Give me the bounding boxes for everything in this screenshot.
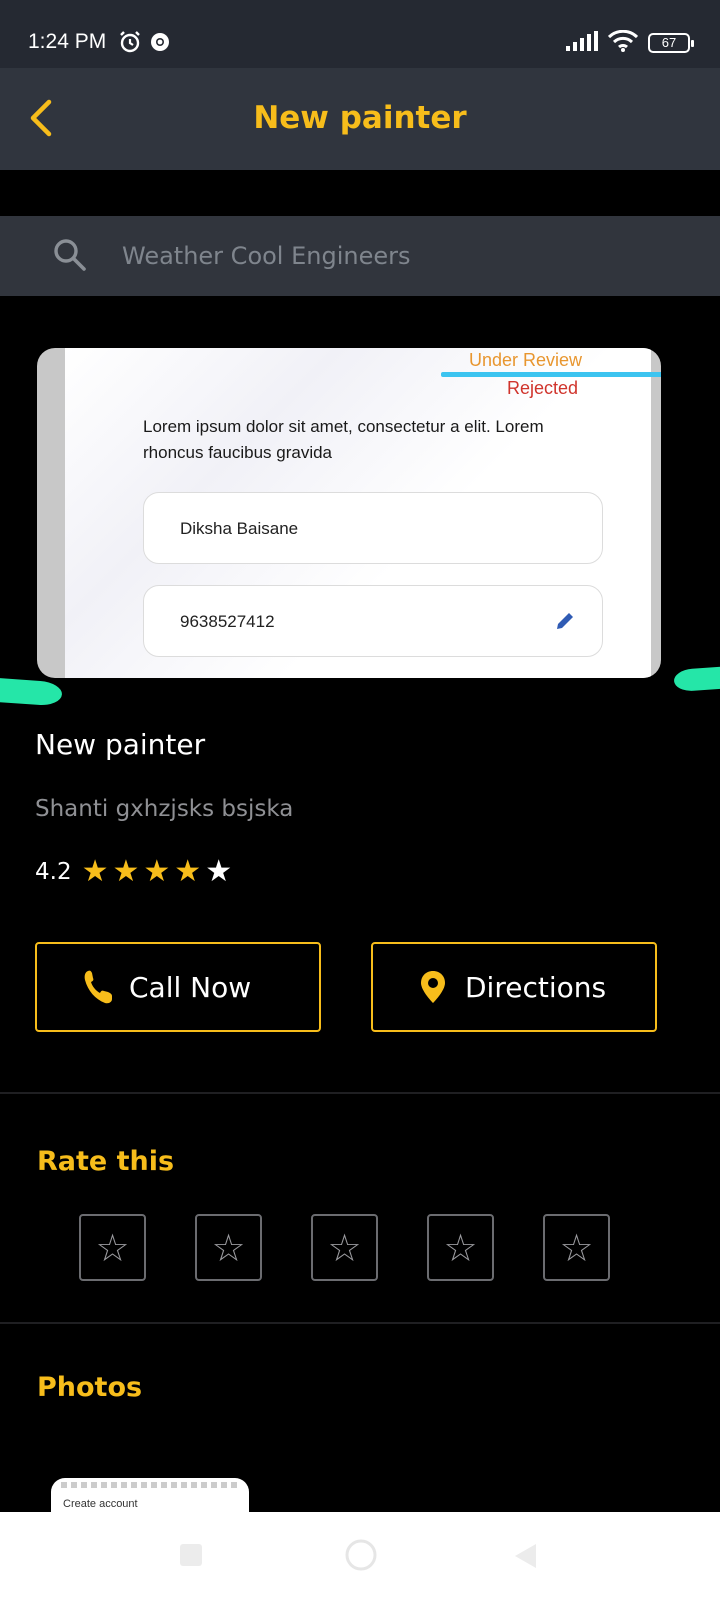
annotation-swoosh-right [673, 665, 720, 693]
star-filled-icon: ★ [112, 854, 140, 889]
star-outline-icon: ☆ [443, 1225, 478, 1270]
search-input[interactable] [122, 238, 682, 274]
rate-star-button[interactable]: ☆ [543, 1214, 610, 1281]
directions-button[interactable]: Directions [371, 942, 657, 1032]
image-name-field: Diksha Baisane [143, 492, 603, 564]
status-bar: 1:24 PM 67 [0, 0, 720, 68]
rating-stars: ★ ★ ★ ★ ★ [82, 855, 237, 889]
search-icon [52, 237, 88, 277]
photos-section-title: Photos [37, 1372, 143, 1403]
image-phone-field: 9638527412 [143, 585, 603, 657]
rating-value: 4.2 [35, 859, 72, 885]
directions-label: Directions [465, 970, 607, 1004]
phone-icon [83, 969, 113, 1005]
map-pin-icon [419, 970, 447, 1004]
star-outline-icon: ☆ [211, 1225, 246, 1270]
signal-icon [566, 31, 598, 55]
wifi-icon [607, 29, 639, 56]
divider [0, 1092, 720, 1094]
star-outline-icon: ☆ [327, 1225, 362, 1270]
call-now-button[interactable]: Call Now [35, 942, 321, 1032]
recents-button[interactable] [178, 1542, 204, 1572]
call-now-label: Call Now [129, 970, 252, 1004]
photo-thumb-text: Create account [63, 1498, 138, 1510]
star-outline-icon: ☆ [559, 1225, 594, 1270]
home-button[interactable] [344, 1538, 378, 1576]
search-bar[interactable] [0, 216, 720, 296]
image-name-value: Diksha Baisane [180, 519, 299, 538]
status-icons: 67 [566, 29, 694, 56]
listing-address: Shanti gxhzjsks bsjska [35, 796, 294, 822]
image-phone-value: 9638527412 [180, 612, 275, 631]
rate-section-title: Rate this [37, 1146, 175, 1177]
chrome-icon [150, 32, 170, 56]
annotation-swoosh-left [0, 677, 63, 707]
listing-image[interactable]: Under Review Rejected Lorem ipsum dolor … [37, 348, 661, 678]
square-icon [180, 1544, 202, 1566]
rate-star-button[interactable]: ☆ [195, 1214, 262, 1281]
image-text-under-review: Under Review [469, 350, 583, 370]
circle-icon [345, 1539, 377, 1571]
rate-star-button[interactable]: ☆ [427, 1214, 494, 1281]
image-screenshot-content: Under Review Rejected Lorem ipsum dolor … [65, 348, 661, 678]
star-filled-icon: ★ [143, 854, 171, 889]
system-nav-bar [0, 1512, 720, 1600]
divider [0, 1322, 720, 1324]
image-text-rejected: Rejected [507, 378, 579, 398]
rate-stars-row: ☆ ☆ ☆ ☆ ☆ [79, 1214, 610, 1281]
star-empty-icon: ★ [205, 854, 233, 889]
rating-row: 4.2 ★ ★ ★ ★ ★ [35, 855, 236, 889]
pencil-icon [554, 610, 576, 636]
star-outline-icon: ☆ [95, 1225, 130, 1270]
star-filled-icon: ★ [81, 854, 109, 889]
triangle-back-icon [515, 1544, 536, 1568]
alarm-icon [118, 30, 142, 58]
rate-star-button[interactable]: ☆ [311, 1214, 378, 1281]
page-title: New painter [253, 100, 467, 136]
image-highlight-line [441, 372, 661, 377]
app-bar: New painter [0, 68, 720, 170]
rate-star-button[interactable]: ☆ [79, 1214, 146, 1281]
listing-name: New painter [35, 728, 206, 761]
battery-icon: 67 [648, 33, 694, 53]
photo-thumb-statusbar [61, 1482, 239, 1488]
back-nav-button[interactable] [512, 1542, 538, 1574]
star-filled-icon: ★ [174, 854, 202, 889]
status-time: 1:24 PM [28, 30, 107, 53]
image-text-description: Lorem ipsum dolor sit amet, consectetur … [143, 417, 544, 462]
